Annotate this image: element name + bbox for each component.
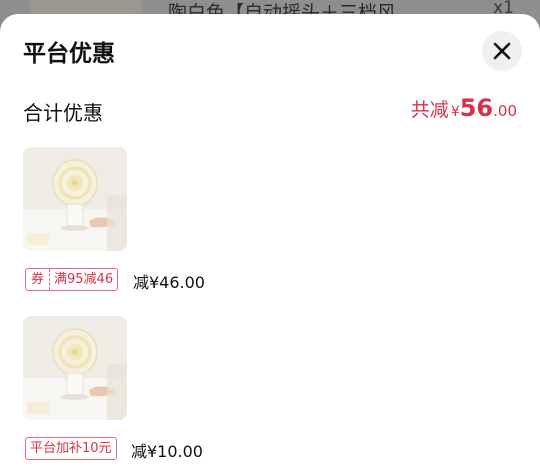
sheet-title: 平台优惠 [23, 41, 115, 67]
coupon-badge: 券 满95减46 [25, 268, 119, 291]
page: 陶白色【自动摇头＋三档风 x1 平台优惠 合计优惠 共减 ¥ 56 .00 券 … [0, 0, 540, 473]
item-discount: 减¥46.00 [133, 273, 205, 292]
close-icon [493, 42, 511, 60]
total-decimal: .00 [493, 102, 517, 120]
coupon-condition: 满95减46 [54, 272, 114, 287]
total-prefix: 共减 [410, 99, 449, 121]
discount-sheet: 平台优惠 合计优惠 共减 ¥ 56 .00 券 满95减46 减¥46.00 平… [0, 14, 540, 473]
platform-subsidy-badge: 平台加补10元 [25, 437, 117, 460]
desk-fan-image [23, 316, 127, 420]
coupon-tag: 券 [26, 269, 51, 290]
total-currency: ¥ [450, 104, 460, 120]
product-image [23, 147, 127, 251]
total-discount-value: 共减 ¥ 56 .00 [411, 94, 517, 122]
total-integer: 56 [459, 94, 494, 122]
product-image [23, 316, 127, 420]
item-discount: 减¥10.00 [131, 442, 203, 461]
desk-fan-image [23, 147, 127, 251]
close-button[interactable] [482, 31, 522, 71]
total-discount-label: 合计优惠 [23, 101, 103, 125]
